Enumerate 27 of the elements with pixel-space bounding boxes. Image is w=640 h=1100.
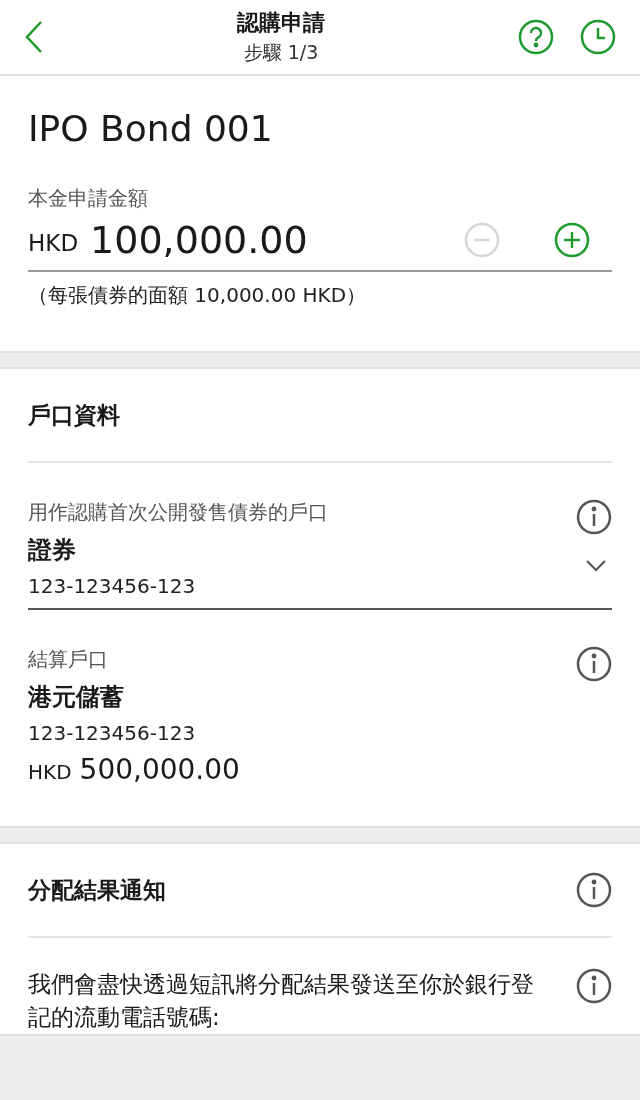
info-icon[interactable] [576,646,612,682]
balance-currency: HKD [28,760,72,784]
currency-label: HKD [28,230,79,256]
section-title: 分配結果通知 [28,875,166,905]
account-number: 123-123456-123 [28,574,197,598]
step-indicator: 步驟 1/3 [243,40,319,65]
section-title: 戶口資料 [28,400,120,430]
amount-value[interactable]: 100,000.00 [90,218,464,262]
back-button[interactable] [24,20,44,54]
account-name: 證券 [28,535,77,566]
info-icon[interactable] [576,499,612,535]
field-label: 用作認購首次公開發售債券的戶口 [28,499,329,526]
plus-button[interactable] [554,222,590,258]
denomination-note: （每張債券的面額 10,000.00 HKD） [28,282,368,309]
notification-message: 我們會盡快透過短訊將分配結果發送至你於銀行登記的流動電話號碼: [28,970,535,1032]
account-number: 123-123456-123 [28,721,197,745]
dropdown-chevron-icon[interactable] [586,560,606,572]
page-title: 認購申請 [237,9,325,37]
account-name: 港元儲蓄 [28,682,125,713]
balance-amount: 500,000.00 [79,753,240,786]
info-icon[interactable] [576,872,612,908]
clock-icon[interactable] [580,19,616,55]
field-label: 結算戶口 [28,646,109,673]
product-name: IPO Bond 001 [28,107,274,151]
help-icon[interactable] [518,19,554,55]
info-icon[interactable] [576,968,612,1004]
amount-label: 本金申請金額 [28,185,149,212]
